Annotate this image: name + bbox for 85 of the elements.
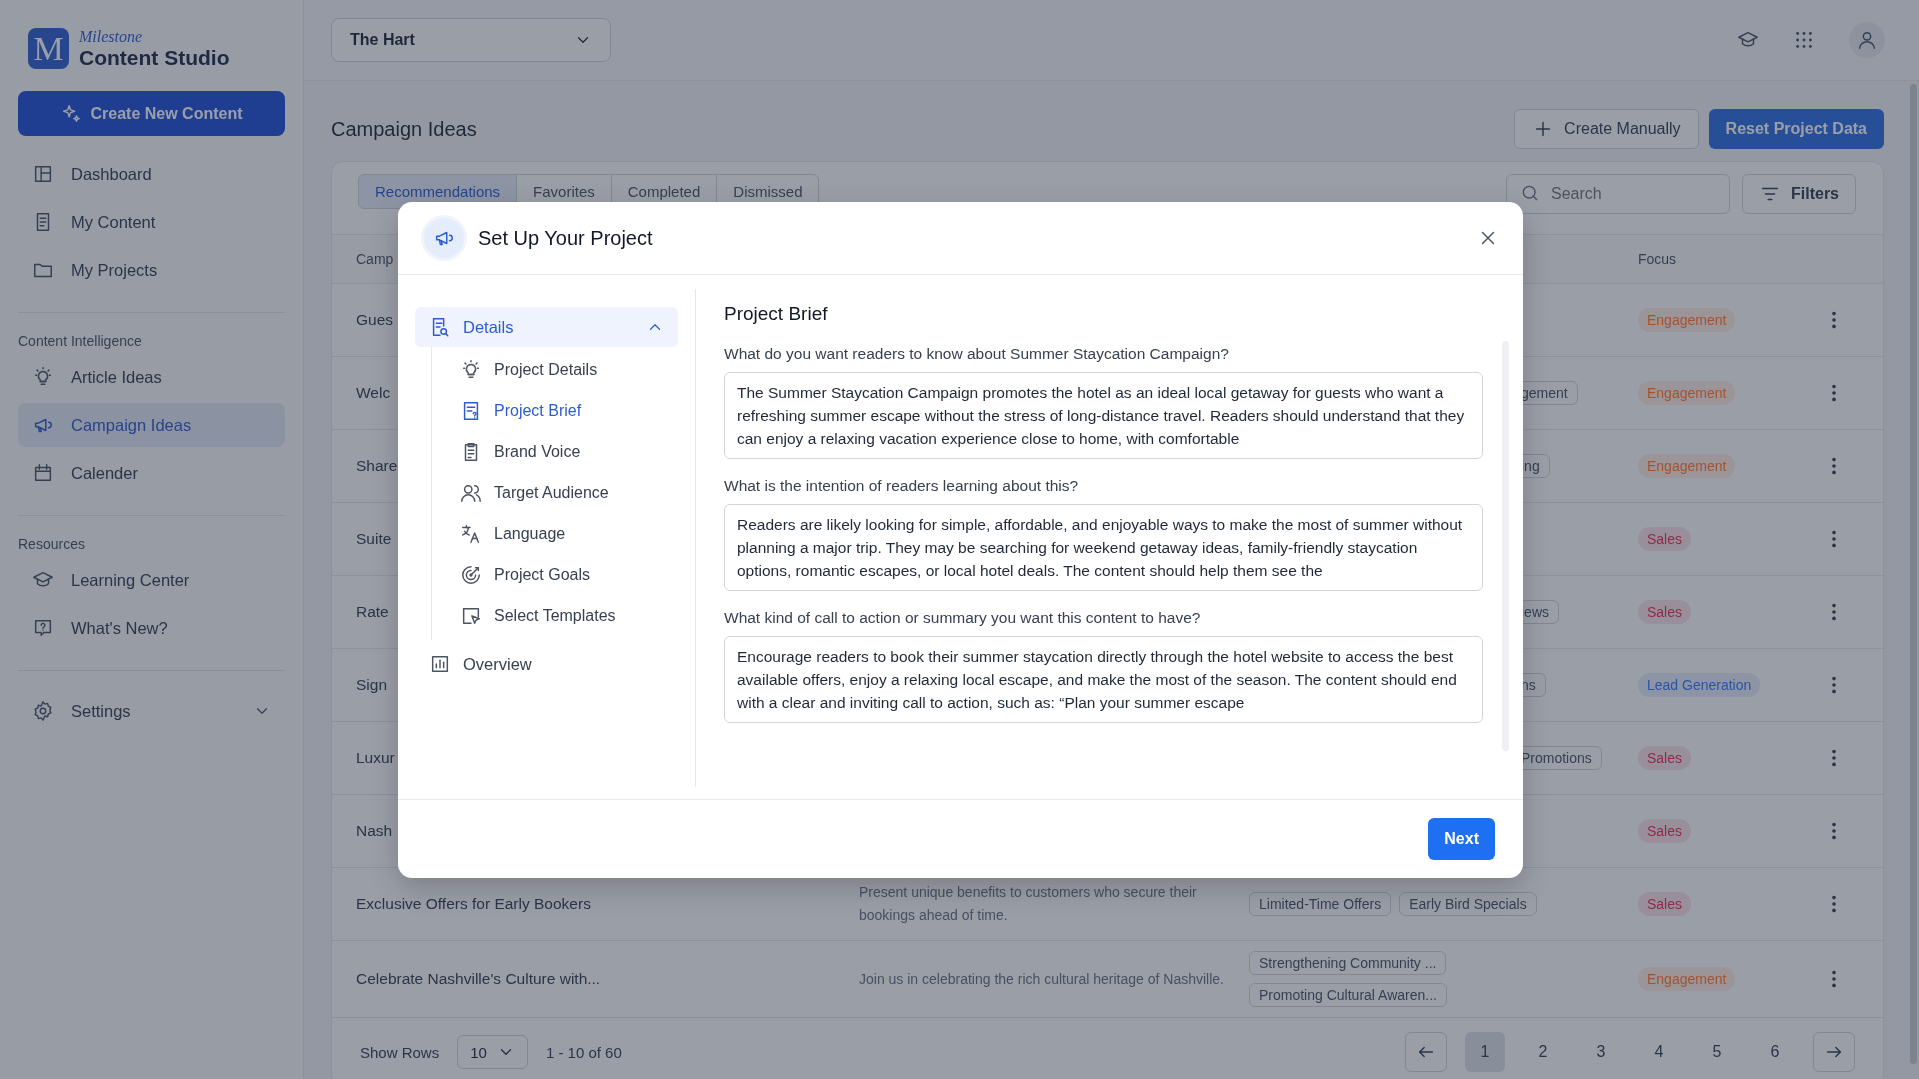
focus-badge: Sales [1638,600,1692,624]
apps-grid-icon[interactable] [1793,29,1815,51]
next-button[interactable]: Next [1428,818,1495,860]
lightbulb-icon [460,358,482,381]
user-avatar[interactable] [1849,22,1885,58]
question-label: What is the intention of readers learning about this? [724,477,1080,495]
sidebar-item[interactable]: Calender [18,451,285,495]
page-button[interactable]: 3 [1581,1032,1621,1072]
answer-field[interactable]: The Summer Staycation Campaign promotes the hotel as an ideal local getaway for guests who want a refreshing summer escape without the stress of long-distance travel. Readers should understand that they can enjoy a relaxing vacation experience close to home, with comfortable [724,372,1483,459]
scrollbar[interactable] [1910,84,1917,1064]
reset-button[interactable]: Reset Project Data [1708,109,1884,149]
focus-badge: Engagement [1638,308,1736,332]
page-button[interactable]: 1 [1465,1032,1505,1072]
create-content-button[interactable]: Create New Content [18,91,285,136]
nav-heading: Resources [18,536,86,552]
logo-mark: M [28,28,69,69]
step-item[interactable]: Project Details [432,349,678,390]
step-item[interactable]: Project Goals [432,554,678,595]
focus-badge: Sales [1638,746,1692,770]
step-item[interactable]: Project Brief [432,390,678,431]
focus-badge: Sales [1638,527,1692,551]
step-item[interactable]: Brand Voice [432,431,678,472]
dialog-title: Set Up Your Project [478,226,654,250]
sidebar-item[interactable]: Learning Center [18,558,285,602]
step-group[interactable]: Details [415,307,678,347]
focus-badge: Sales [1638,892,1692,916]
focus-badge: Engagement [1638,381,1736,405]
sidebar-item[interactable]: My Content [18,200,285,244]
megaphone-icon [424,218,464,258]
focus-badge: Engagement [1638,454,1736,478]
brand-name: Content Studio [79,47,230,68]
sidebar-item[interactable]: Article Ideas [18,355,285,399]
page-button[interactable]: 4 [1639,1032,1679,1072]
campaign-title[interactable]: Celebrate Nashville's Culture with... [356,970,859,988]
filters-button[interactable]: Filters [1742,174,1856,214]
step-item[interactable]: Target Audience [432,472,678,513]
answer-field[interactable]: Readers are likely looking for simple, affordable, and enjoyable ways to make the most of summer without planning a major trip. They may be searching for weekend getaway ideas, family-friendly staycation options, romantic escapes, or local hotel deals. The content should help them see the [724,504,1483,591]
project-select[interactable]: The Hart [331,18,611,62]
layout-icon [32,163,54,185]
translate-icon [460,522,482,545]
lightbulb-icon [32,366,54,388]
rows-select[interactable]: 10 [457,1035,528,1069]
page-title: Campaign Ideas [331,117,478,141]
sidebar-item[interactable]: Dashboard [18,152,285,196]
create-manually-button[interactable]: Create Manually [1514,109,1699,149]
focus-badge: Sales [1638,819,1692,843]
question-label: What do you want readers to know about Summer Staycation Campaign? [724,345,1230,363]
settings-item[interactable]: Settings [18,689,285,733]
previous-page-button[interactable] [1405,1032,1447,1072]
tag: Strengthening Community ... [1249,951,1447,975]
next-page-button[interactable] [1813,1032,1855,1072]
focus-badge: Lead Generation [1638,673,1761,697]
focus-badge: Engagement [1638,967,1736,991]
page-button[interactable]: 6 [1755,1032,1795,1072]
sidebar-item[interactable]: My Projects [18,248,285,292]
sparkle-icon [60,102,83,125]
bar-chart-icon [429,653,451,675]
sidebar-item[interactable]: What's New? [18,606,285,650]
column-header: Focus [1638,251,1678,267]
section-title: Project Brief [724,303,829,325]
campaign-title[interactable]: Exclusive Offers for Early Bookers [356,895,859,913]
column-header: Camp [356,251,395,267]
campaign-description: Join us in celebrating the rich cultural heritage of Nashville. [859,969,1225,989]
page-button[interactable]: 2 [1523,1032,1563,1072]
range-label: 1 - 10 of 60 [545,1043,622,1061]
brand-subtitle: Milestone [79,29,144,45]
sidebar-item[interactable]: Campaign Ideas [18,403,285,447]
page-button[interactable]: 5 [1697,1032,1737,1072]
step-item[interactable]: Language [432,513,678,554]
step-group[interactable]: Overview [415,644,678,684]
campaign-description: Present unique benefits to customers who secure their bookings ahead of time. [859,883,1198,925]
search-icon [1520,183,1540,203]
step-item[interactable]: Select Templates [432,595,678,636]
calendar-icon [32,462,54,484]
target-icon [460,563,482,586]
help-icon [32,617,54,639]
nav-heading: Content Intelligence [18,333,143,349]
settings-icon [32,700,54,722]
answer-field[interactable]: Encourage readers to book their summer staycation directly through the hotel website to access the best available offers, enjoy a relaxing local escape, and make the most of the season. The content should end with a clear and inviting call to action, such as: “Plan your summer escape [724,636,1483,723]
tag: Early Bird Specials [1399,892,1537,916]
tag: Limited-Time Offers [1249,892,1392,916]
tag: Promoting Cultural Awaren... [1249,983,1447,1007]
search-field[interactable]: Search [1506,174,1730,214]
show-rows-label: Show Rows [360,1043,440,1061]
question-label: What kind of call to action or summary you want this content to have? [724,609,1202,627]
